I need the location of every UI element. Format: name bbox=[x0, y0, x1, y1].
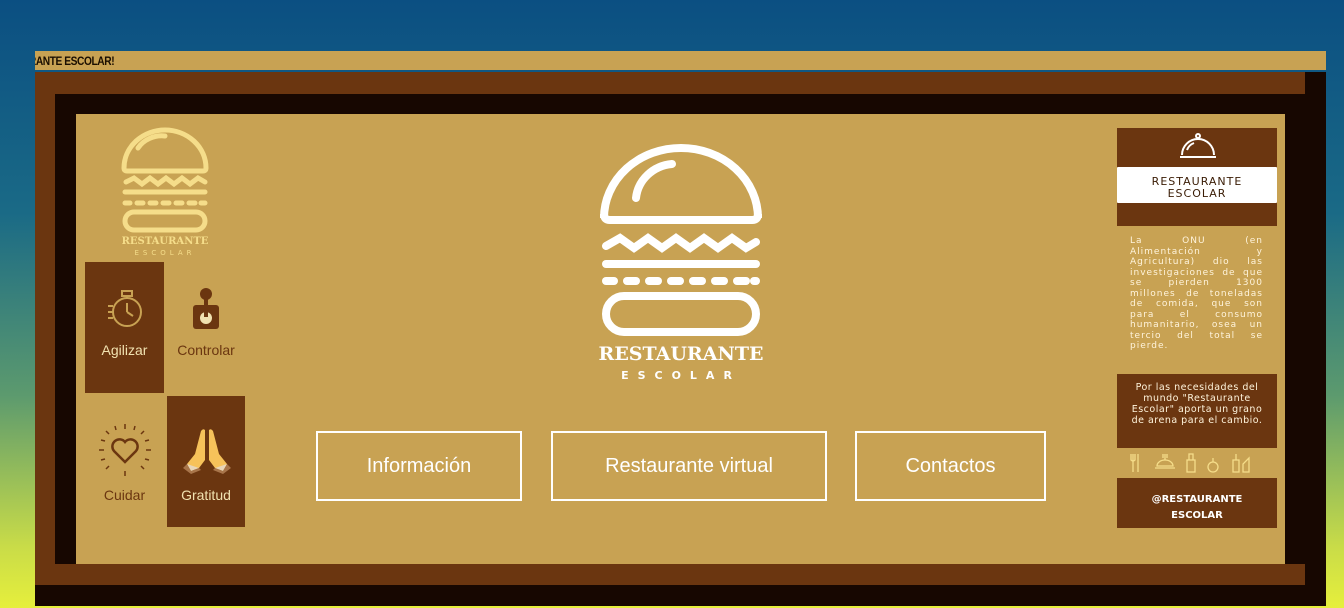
food-icons-row bbox=[1130, 453, 1250, 473]
value-card-gratitud: Gratitud bbox=[167, 396, 245, 527]
sidebar-header: RESTAURANTE ESCOLAR bbox=[1117, 128, 1277, 226]
value-card-controlar: Controlar bbox=[166, 262, 246, 393]
social-handle-line1[interactable]: @RESTAURANTE bbox=[1117, 494, 1277, 505]
small-logo-subtitle: ESCOLAR bbox=[134, 249, 196, 257]
frame-bottom-shade bbox=[35, 585, 1326, 606]
value-label-cuidar: Cuidar bbox=[103, 487, 146, 503]
social-handle-line2[interactable]: ESCOLAR bbox=[1117, 510, 1277, 521]
small-logo-title: RESTAURANTE bbox=[121, 236, 209, 247]
value-card-agilizar: Agilizar bbox=[85, 262, 164, 393]
sidebar-paragraph: La ONU (en Alimentación y Agricultura) d… bbox=[1130, 236, 1263, 351]
nav-restaurante-virtual-button[interactable]: Restaurante virtual bbox=[551, 431, 827, 501]
sidebar-handle-box: @RESTAURANTE ESCOLAR bbox=[1117, 478, 1277, 528]
sidebar-mission-box: Por las necesidades del mundo "Restauran… bbox=[1117, 374, 1277, 448]
center-logo-title: RESTAURANTE bbox=[598, 343, 764, 365]
small-logo: RESTAURANTE ESCOLAR bbox=[110, 126, 220, 261]
heart-icon bbox=[99, 424, 151, 476]
sidebar-banner-subtitle: ESCOLAR bbox=[1167, 187, 1227, 200]
burger-logo-icon bbox=[600, 144, 762, 336]
marquee-text: AURANTE ESCOLAR! bbox=[35, 54, 115, 68]
center-logo: RESTAURANTE ESCOLAR bbox=[576, 138, 786, 388]
frame-right-shade bbox=[1305, 72, 1326, 606]
value-label-agilizar: Agilizar bbox=[101, 342, 148, 358]
value-card-cuidar: Cuidar bbox=[85, 396, 164, 527]
cloche-icon bbox=[1180, 133, 1216, 158]
nav-informacion-button[interactable]: Información bbox=[316, 431, 522, 501]
center-logo-subtitle: ESCOLAR bbox=[621, 369, 741, 382]
marquee-bar: AURANTE ESCOLAR! bbox=[35, 51, 1326, 70]
burger-logo-icon bbox=[121, 127, 209, 233]
value-label-controlar: Controlar bbox=[177, 342, 235, 358]
value-label-gratitud: Gratitud bbox=[181, 487, 231, 503]
info-sidebar: RESTAURANTE ESCOLAR La ONU (en Alimentac… bbox=[1117, 128, 1277, 528]
sidebar-mission: Por las necesidades del mundo "Restauran… bbox=[1131, 382, 1263, 426]
praying-hands-icon bbox=[183, 429, 231, 474]
stopwatch-icon bbox=[108, 290, 142, 327]
frame-bottom-brown bbox=[55, 564, 1305, 584]
nav-contactos-button[interactable]: Contactos bbox=[855, 431, 1046, 501]
joystick-icon bbox=[193, 288, 219, 329]
